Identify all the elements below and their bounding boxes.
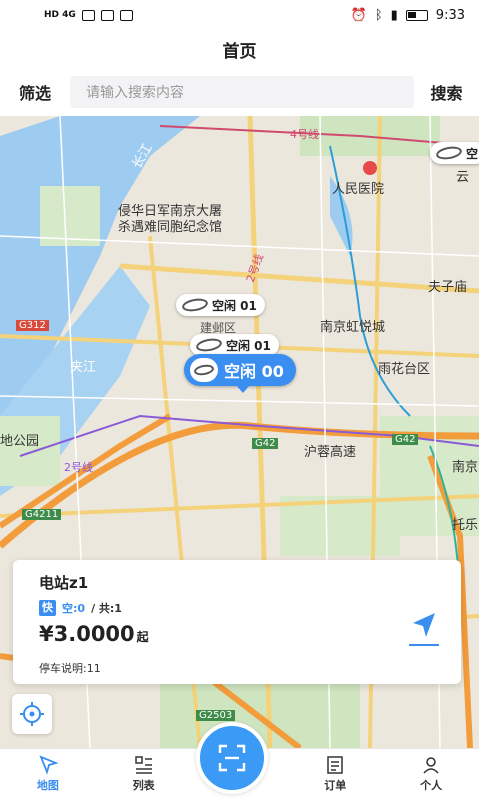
alarm-icon: ⏰ (350, 7, 367, 23)
station-marker-label: 空闲 00 (224, 362, 284, 381)
station-logo-icon (195, 336, 223, 354)
map-arrow-icon (39, 755, 58, 775)
station-marker-selected[interactable]: 空闲 00 (184, 354, 296, 393)
network-label: HD 4G (44, 10, 76, 20)
map-label-memorial2: 杀遇难同胞纪念馆 (118, 220, 223, 235)
map-label-g312: G312 (16, 320, 49, 331)
map-label-g42: G42 (252, 438, 279, 449)
map-label-highway: 沪蓉高速 (304, 445, 357, 460)
list-icon (134, 756, 152, 774)
map-label-line4: 4号线 (290, 128, 319, 141)
map-label-hospital: 人民医院 (332, 182, 385, 197)
scan-icon (218, 744, 246, 772)
station-price: ¥3.0000 起 (39, 622, 435, 646)
locate-target-icon (20, 702, 44, 726)
map-label-mall: 南京虹悦城 (320, 320, 386, 335)
search-input[interactable]: 请输入搜索内容 (70, 76, 414, 108)
battery-icon (405, 9, 428, 21)
available-count: 空:0 (62, 602, 86, 615)
tab-order[interactable]: 订单 (287, 749, 383, 799)
scan-button[interactable] (196, 722, 268, 794)
map-label-g42b: G42 (392, 434, 419, 445)
map-label-district: 雨花台区 (378, 362, 431, 377)
station-availability: 快 空:0 / 共:1 (39, 600, 435, 616)
search-button[interactable]: 搜索 (414, 80, 479, 104)
station-logo-icon (435, 144, 463, 162)
fast-charge-tag: 快 (39, 600, 56, 616)
station-marker[interactable]: 空 (430, 142, 479, 164)
filter-button[interactable]: 筛选 (0, 80, 70, 104)
station-logo-icon (193, 363, 215, 377)
status-right: ⏰ ᛒ ▮ 9:33 (351, 8, 465, 23)
map-label-yun: 云 (456, 170, 470, 185)
station-card[interactable]: 电站z1 快 空:0 / 共:1 ¥3.0000 起 停车说明:11 (13, 560, 461, 684)
station-logo-badge (190, 358, 218, 382)
tab-label: 列表 (132, 779, 155, 792)
price-unit: 起 (136, 630, 149, 644)
station-marker-label: 空 (466, 146, 479, 161)
station-marker[interactable]: 空闲 01 (190, 334, 279, 356)
map-label-temple: 夫子庙 (428, 280, 468, 295)
map-label-line2b: 2号线 (64, 461, 93, 474)
navigate-button[interactable] (409, 610, 439, 646)
app-notification-icon (81, 9, 95, 21)
status-left: HD 4G (44, 9, 133, 21)
total-count: / 共:1 (91, 602, 122, 615)
map-label-g4211: G4211 (22, 509, 62, 520)
tab-label: 地图 (36, 779, 59, 792)
tab-profile[interactable]: 个人 (383, 749, 479, 799)
map-label-river: 夹江 (70, 360, 97, 375)
station-name: 电站z1 (39, 574, 89, 592)
station-marker-label: 空闲 01 (226, 338, 271, 353)
bluetooth-icon: ᛒ (374, 7, 383, 23)
search-row: 筛选 请输入搜索内容 搜索 (0, 70, 479, 114)
play-notification-icon (100, 9, 114, 21)
locate-button[interactable] (12, 694, 52, 734)
price-value: ¥3.0000 (39, 622, 135, 646)
page-title: 首页 (0, 30, 479, 68)
status-bar: HD 4G ⏰ ᛒ ▮ 9:33 (0, 0, 479, 30)
station-logo-icon (181, 296, 209, 314)
navigation-arrow-icon (413, 613, 435, 637)
map-label-tuo: 托乐 (452, 518, 479, 533)
tab-list[interactable]: 列表 (96, 749, 192, 799)
parking-note: 停车说明:11 (39, 662, 101, 675)
tab-map[interactable]: 地图 (0, 749, 96, 799)
signal-icon: ▮ (390, 7, 398, 23)
map-label-park: 地公园 (0, 434, 40, 449)
tab-label: 订单 (324, 779, 347, 792)
wechat-notification-icon (119, 9, 133, 21)
user-icon (423, 757, 439, 774)
clock: 9:33 (435, 7, 465, 23)
station-marker-label: 空闲 01 (212, 298, 257, 313)
order-icon (327, 756, 344, 774)
station-marker[interactable]: 空闲 01 (176, 294, 265, 316)
navigate-underline (409, 644, 439, 646)
map-label-nanjing: 南京 (452, 460, 479, 475)
tab-label: 个人 (420, 779, 443, 792)
map-label-g2503: G2503 (196, 710, 236, 721)
